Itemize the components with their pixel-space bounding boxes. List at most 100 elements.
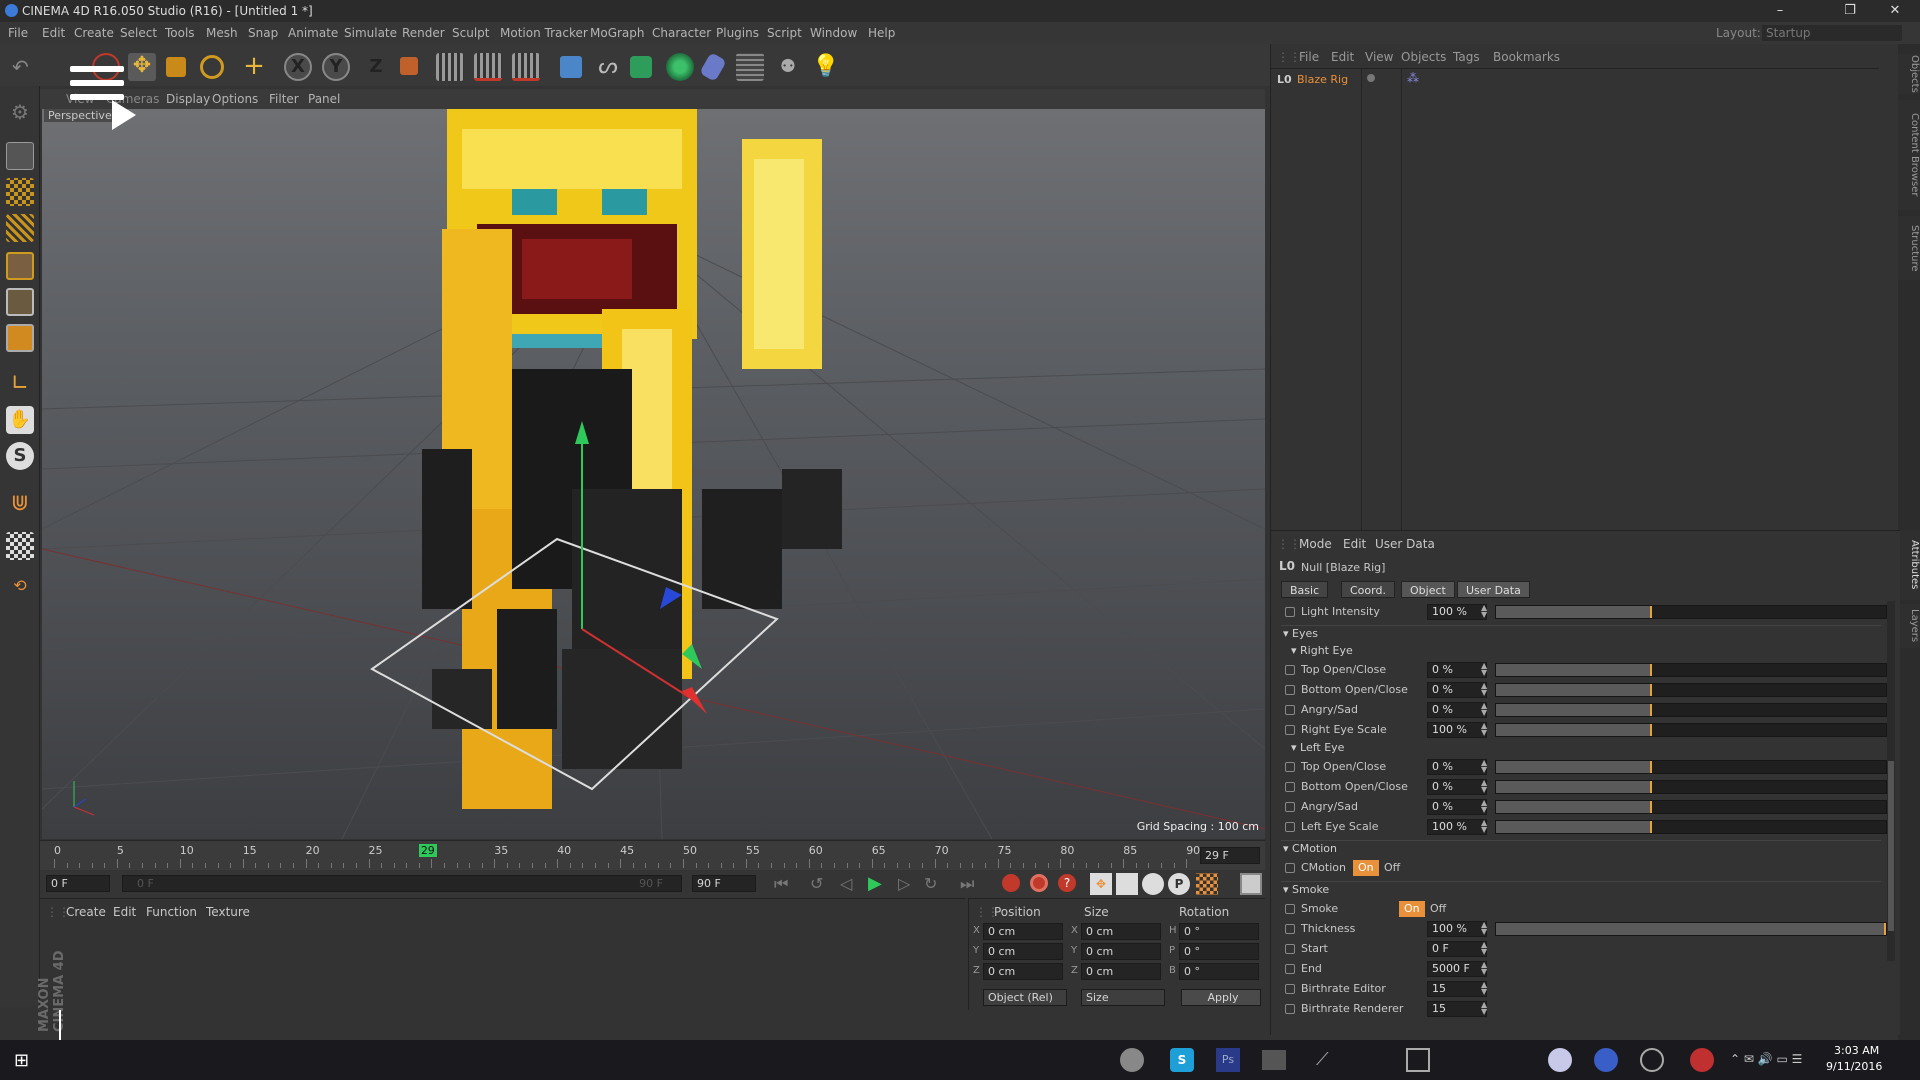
timeline-current-frame-marker[interactable]: 29 <box>418 844 437 857</box>
spinner-arrows-icon[interactable]: ▲ ▼ <box>1481 662 1487 677</box>
perspective-viewport[interactable]: Perspective Grid Spacing : 100 cm <box>42 109 1265 839</box>
tweak-mode-icon[interactable]: ✋ <box>6 406 34 434</box>
spinner-arrows-icon[interactable]: ▲ ▼ <box>1481 722 1487 737</box>
taskbar-skype-icon[interactable]: S <box>1170 1048 1194 1072</box>
attr-group-header[interactable]: ▾ Left Eye <box>1291 741 1344 754</box>
attr-value-field[interactable]: 0 % <box>1427 682 1487 698</box>
attr-slider[interactable] <box>1495 820 1887 834</box>
blaze-character-model[interactable] <box>422 109 842 809</box>
toggle-on-button[interactable]: On <box>1353 860 1379 876</box>
play-forward-icon[interactable]: ▶ <box>868 873 882 894</box>
menu-motion-tracker[interactable]: Motion Tracker <box>500 22 588 44</box>
x-axis-lock-button[interactable]: X <box>284 53 312 81</box>
viewport-menu-panel[interactable]: Panel <box>308 89 340 109</box>
animation-key-icon[interactable] <box>1285 863 1295 873</box>
taskbar-chart-icon[interactable]: ⟋ <box>1316 1049 1329 1070</box>
attr-scrollbar[interactable] <box>1887 601 1895 961</box>
spinner-arrows-icon[interactable]: ▲ ▼ <box>1481 961 1487 976</box>
animation-key-icon[interactable] <box>1285 1004 1295 1014</box>
animation-key-icon[interactable] <box>1285 725 1295 735</box>
tray-icons[interactable]: ⌃ ✉ 🔊 ▭ ☰ <box>1730 1052 1802 1066</box>
spline-pen-icon[interactable]: ᔕ <box>594 53 622 81</box>
spinner-arrows-icon[interactable]: ▲ ▼ <box>1481 1001 1487 1016</box>
nurbs-icon[interactable] <box>630 56 652 78</box>
edges-mode-icon[interactable] <box>6 288 34 316</box>
attr-slider[interactable] <box>1495 663 1887 677</box>
close-button[interactable]: ✕ <box>1875 0 1915 22</box>
menu-help[interactable]: Help <box>868 22 895 44</box>
coord-rot-field[interactable]: 0 ° <box>1179 963 1259 980</box>
make-editable-icon[interactable]: ⚙ <box>6 98 34 126</box>
animation-key-icon[interactable] <box>1285 984 1295 994</box>
objects-menu-objects[interactable]: Objects <box>1401 50 1446 64</box>
attr-slider[interactable] <box>1495 703 1887 717</box>
apply-button[interactable]: Apply <box>1181 989 1261 1006</box>
timeline-end-field[interactable]: 90 F <box>692 875 756 892</box>
camera-icon[interactable]: ⚉ <box>774 53 802 81</box>
menu-animate[interactable]: Animate <box>288 22 338 44</box>
taskbar-mail-icon[interactable] <box>1262 1050 1286 1070</box>
material-menu-function[interactable]: Function <box>146 905 197 919</box>
tab-basic[interactable]: Basic <box>1281 581 1329 598</box>
attr-value-field[interactable]: 15 <box>1427 981 1487 997</box>
collapse-triangle-icon[interactable]: ▾ <box>1283 627 1292 640</box>
taskbar-cinema4d-icon[interactable] <box>1120 1048 1144 1072</box>
taskbar-steam-icon[interactable] <box>1594 1048 1618 1072</box>
animation-key-icon[interactable] <box>1285 685 1295 695</box>
step-back-icon[interactable]: ◁ <box>840 874 852 893</box>
spinner-arrows-icon[interactable]: ▲ ▼ <box>1481 759 1487 774</box>
timeline-ruler[interactable]: 0 5 10 15 20 25 29 35 40 45 50 55 60 65 70 75 80 85 90 29 F <box>40 840 1265 870</box>
attr-value-field[interactable]: 5000 F <box>1427 961 1487 977</box>
spinner-arrows-icon[interactable]: ▲ ▼ <box>1481 819 1487 834</box>
collapse-triangle-icon[interactable]: ▾ <box>1291 741 1300 754</box>
attr-group-header[interactable]: ▾ Right Eye <box>1291 644 1353 657</box>
animation-key-icon[interactable] <box>1285 822 1295 832</box>
attr-slider[interactable] <box>1495 800 1887 814</box>
render-picture-viewer-icon[interactable] <box>474 53 502 81</box>
step-forward-icon[interactable]: ▷ <box>898 874 910 893</box>
attr-value-field[interactable]: 0 % <box>1427 662 1487 678</box>
side-tab-layers[interactable]: Layers <box>1898 604 1920 648</box>
side-tab-structure[interactable]: Structure <box>1898 216 1920 280</box>
array-cloner-icon[interactable] <box>666 53 694 81</box>
menu-create[interactable]: Create <box>74 22 114 44</box>
recent-tool-icon[interactable]: + <box>240 53 268 81</box>
autokey-icon[interactable] <box>1030 874 1048 892</box>
side-tab-objects[interactable]: Objects <box>1898 54 1920 94</box>
key-pla-icon[interactable] <box>1196 873 1218 895</box>
tab-coord[interactable]: Coord. <box>1341 581 1395 598</box>
attr-value-field[interactable]: 0 % <box>1427 799 1487 815</box>
key-parameter-icon[interactable]: P <box>1168 873 1190 895</box>
collapse-triangle-icon[interactable]: ▾ <box>1283 883 1292 896</box>
menu-character[interactable]: Character <box>652 22 711 44</box>
render-view-icon[interactable] <box>436 53 464 81</box>
coord-rot-field[interactable]: 0 ° <box>1179 923 1259 940</box>
menu-select[interactable]: Select <box>120 22 157 44</box>
workplane-lock-icon[interactable]: ⟲ <box>6 572 34 600</box>
object-name-blaze-rig[interactable]: Blaze Rig <box>1297 73 1348 86</box>
axis-mode-icon[interactable]: ∟ <box>6 370 34 398</box>
spinner-arrows-icon[interactable]: ▲ ▼ <box>1481 921 1487 936</box>
cube-primitive-icon[interactable] <box>560 56 582 78</box>
attr-value-field[interactable]: 15 <box>1427 1001 1487 1017</box>
menu-script[interactable]: Script <box>767 22 802 44</box>
attr-value-field[interactable]: 0 % <box>1427 702 1487 718</box>
undo-icon[interactable]: ↶ <box>12 53 40 81</box>
tab-object[interactable]: Object <box>1401 581 1455 598</box>
animation-key-icon[interactable] <box>1285 762 1295 772</box>
viewport-menu-filter[interactable]: Filter <box>269 89 299 109</box>
attr-slider[interactable] <box>1495 683 1887 697</box>
taskbar-photoshop-icon[interactable]: Ps <box>1216 1048 1240 1072</box>
menu-mesh[interactable]: Mesh <box>206 22 238 44</box>
menu-tools[interactable]: Tools <box>165 22 195 44</box>
attr-value-field[interactable]: 100 % <box>1427 819 1487 835</box>
attr-value-field[interactable]: 100 % <box>1427 604 1487 620</box>
y-axis-lock-button[interactable]: Y <box>322 53 350 81</box>
range-slider[interactable]: 0 F 90 F <box>122 875 682 892</box>
layout-dropdown[interactable]: Startup <box>1762 25 1902 41</box>
model-mode-icon[interactable] <box>6 142 34 170</box>
deformer-icon[interactable] <box>699 52 727 82</box>
attr-group-header[interactable]: ▾ Smoke <box>1283 883 1329 896</box>
key-scale-icon[interactable] <box>1116 873 1138 895</box>
menu-simulate[interactable]: Simulate <box>344 22 397 44</box>
